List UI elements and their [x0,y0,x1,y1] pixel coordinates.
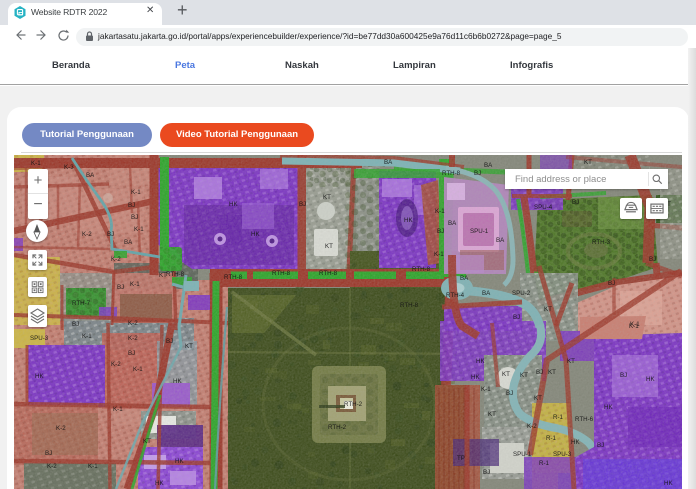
svg-text:HK: HK [476,358,485,365]
svg-text:RTH-8: RTH-8 [272,270,291,277]
svg-text:KT: KT [488,411,496,418]
svg-text:BJ: BJ [506,390,513,397]
svg-text:K-3: K-3 [64,164,74,171]
svg-text:K-1: K-1 [435,208,445,215]
svg-text:R-1: R-1 [539,460,550,467]
svg-text:BJ: BJ [45,450,52,457]
svg-text:SPU-1: SPU-1 [470,228,489,235]
svg-text:RTH-4: RTH-4 [446,292,465,299]
svg-text:K-2: K-2 [47,463,57,470]
svg-text:K-1: K-1 [434,251,444,258]
svg-text:HK: HK [155,480,164,487]
svg-text:KT: KT [584,159,592,166]
svg-text:K-1: K-1 [113,406,123,413]
svg-text:K-2: K-2 [111,256,121,263]
svg-text:BJ: BJ [572,199,579,206]
svg-text:KT: KT [185,343,193,350]
svg-text:KT: KT [323,194,331,201]
svg-text:KT: KT [502,371,510,378]
svg-text:SPU-2: SPU-2 [512,290,531,297]
svg-text:SPU-4: SPU-4 [534,204,553,211]
svg-text:K-2: K-2 [128,320,138,327]
svg-text:BJ: BJ [620,372,627,379]
svg-text:K-1: K-1 [481,386,491,393]
svg-text:SPU-3: SPU-3 [30,335,49,342]
svg-text:RTH-3: RTH-3 [592,239,611,246]
svg-text:HK: HK [664,480,673,487]
svg-text:K-1: K-1 [134,226,144,233]
svg-text:BA: BA [460,275,469,282]
svg-text:HK: HK [404,217,413,224]
svg-text:HK: HK [471,374,480,381]
svg-text:RTH-2: RTH-2 [328,424,347,431]
svg-text:SPU-3: SPU-3 [553,451,572,458]
svg-text:K-1: K-1 [133,366,143,373]
svg-text:BA: BA [448,220,457,227]
svg-text:RTH-8: RTH-8 [442,170,461,177]
svg-text:K-1: K-1 [629,323,639,330]
svg-text:K-1: K-1 [82,333,92,340]
svg-text:KT: KT [143,438,151,445]
svg-text:KT: KT [544,306,552,313]
svg-text:RTH-2: RTH-2 [344,401,363,408]
svg-text:HK: HK [229,201,238,208]
svg-text:BJ: BJ [483,469,490,476]
svg-text:K-1: K-1 [131,189,141,196]
svg-text:K-2: K-2 [56,425,66,432]
svg-text:HK: HK [175,458,184,465]
svg-text:RTH-8: RTH-8 [224,274,243,281]
svg-text:BJ: BJ [536,369,543,376]
svg-text:HK: HK [35,373,44,380]
svg-text:BA: BA [384,159,393,166]
svg-text:BJ: BJ [437,228,444,235]
svg-text:K-1: K-1 [31,160,41,167]
svg-text:RTH-8: RTH-8 [400,302,419,309]
svg-text:BJ: BJ [608,280,615,287]
svg-text:K-1: K-1 [130,281,140,288]
svg-text:HK: HK [251,231,260,238]
svg-text:BJ: BJ [474,170,481,177]
svg-text:R-1: R-1 [546,435,557,442]
svg-text:BA: BA [124,239,133,246]
svg-text:KT: KT [325,243,333,250]
svg-text:HK: HK [646,376,655,383]
svg-text:BJ: BJ [166,338,173,345]
svg-text:KT: KT [520,372,528,379]
svg-text:HK: HK [604,404,613,411]
svg-text:RTH-8: RTH-8 [412,266,431,273]
svg-text:BJ: BJ [299,201,306,208]
svg-text:BJ: BJ [117,284,124,291]
svg-text:BA: BA [496,237,505,244]
svg-text:RTH-8: RTH-8 [166,271,185,278]
svg-text:TP: TP [457,455,465,462]
svg-text:BA: BA [86,172,95,179]
svg-text:BJ: BJ [128,350,135,357]
svg-text:KT: KT [159,272,167,279]
svg-text:K-2: K-2 [82,231,92,238]
svg-text:BJ: BJ [649,256,656,263]
svg-text:SPU-1: SPU-1 [513,451,532,458]
svg-text:BJ: BJ [128,202,135,209]
svg-text:K-2: K-2 [128,335,138,342]
svg-text:KT: KT [548,369,556,376]
svg-text:KT: KT [534,395,542,402]
svg-text:BJ: BJ [72,321,79,328]
svg-text:K-2: K-2 [111,361,121,368]
svg-text:K-1: K-1 [88,463,98,470]
svg-text:BJ: BJ [513,314,520,321]
svg-text:RTH-8: RTH-8 [319,270,338,277]
svg-text:KT: KT [567,358,575,365]
svg-text:K-2: K-2 [527,423,537,430]
svg-text:BJ: BJ [107,231,114,238]
svg-text:BA: BA [484,162,493,169]
svg-text:BJ: BJ [597,442,604,449]
svg-text:R-1: R-1 [553,414,564,421]
svg-text:BJ: BJ [131,214,138,221]
svg-text:RTH-6: RTH-6 [575,416,594,423]
svg-text:HK: HK [571,439,580,446]
svg-text:HK: HK [173,378,182,385]
svg-text:BA: BA [482,290,491,297]
svg-text:RTH-7: RTH-7 [72,300,91,307]
